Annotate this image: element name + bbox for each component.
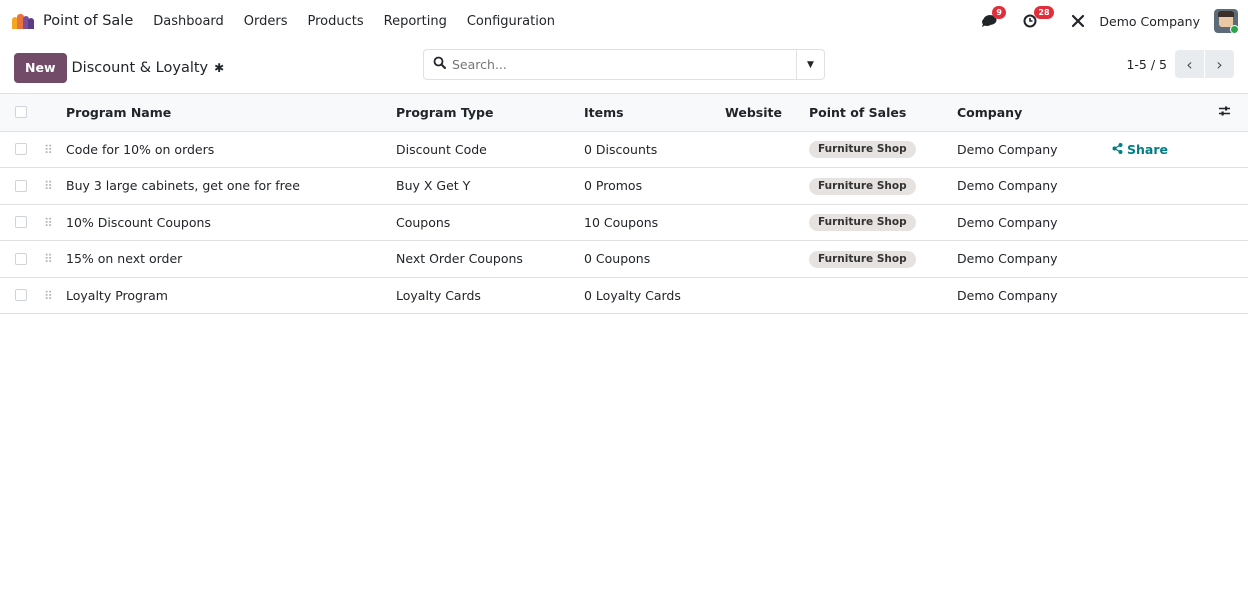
column-header-program-type[interactable]: Program Type — [396, 94, 584, 132]
website-cell[interactable] — [725, 277, 809, 314]
systray: 9 28 Demo Company — [981, 6, 1238, 33]
search-icon — [424, 56, 452, 73]
column-header-items[interactable]: Items — [584, 94, 725, 132]
company-switcher[interactable]: Demo Company — [1099, 14, 1200, 29]
program-name-cell[interactable]: Buy 3 large cabinets, get one for free — [66, 167, 396, 205]
website-cell[interactable] — [725, 167, 809, 205]
column-header-website[interactable]: Website — [725, 94, 809, 132]
pager-value[interactable]: 1-5 / 5 — [1126, 57, 1167, 72]
program-name-cell[interactable]: Code for 10% on orders — [66, 131, 396, 168]
items-cell[interactable]: 10 Coupons — [584, 204, 725, 241]
sliders-icon — [1219, 106, 1230, 116]
menu-reporting[interactable]: Reporting — [384, 14, 447, 29]
pos-tag: Furniture Shop — [809, 177, 916, 195]
pos-tag: Furniture Shop — [809, 214, 916, 232]
items-cell[interactable]: 0 Discounts — [584, 131, 725, 168]
chevron-left-icon: ‹ — [1186, 54, 1193, 74]
search-options-toggle[interactable]: ▼ — [796, 50, 824, 79]
drag-handle-icon[interactable]: ⠿ — [44, 143, 53, 157]
drag-handle-icon[interactable]: ⠿ — [44, 252, 53, 266]
row-checkbox[interactable] — [15, 143, 27, 156]
website-cell[interactable] — [725, 240, 809, 278]
drag-handle-icon[interactable]: ⠿ — [44, 216, 53, 230]
pager-previous-button[interactable]: ‹ — [1175, 50, 1204, 78]
gear-icon[interactable]: ✱ — [214, 61, 224, 75]
menu-products[interactable]: Products — [308, 14, 364, 29]
row-checkbox[interactable] — [15, 179, 27, 192]
pos-tag: Furniture Shop — [809, 250, 916, 268]
website-cell[interactable] — [725, 131, 809, 168]
drag-handle-icon[interactable]: ⠿ — [44, 179, 53, 193]
search-input[interactable] — [452, 50, 796, 79]
table-header-row: Program Name Program Type Items Website … — [0, 94, 1248, 132]
column-header-program-name[interactable]: Program Name — [66, 94, 396, 132]
column-header-company[interactable]: Company — [957, 94, 1112, 132]
company-cell[interactable]: Demo Company — [957, 277, 1112, 314]
website-cell[interactable] — [725, 204, 809, 241]
table-row[interactable]: ⠿ Loyalty Program Loyalty Cards 0 Loyalt… — [0, 277, 1248, 314]
pager-next-button[interactable]: › — [1205, 50, 1234, 78]
activities-badge: 28 — [1034, 6, 1054, 19]
pos-logo-icon[interactable] — [12, 13, 34, 29]
point-of-sales-cell[interactable]: Furniture Shop — [809, 204, 957, 241]
program-name-cell[interactable]: Loyalty Program — [66, 277, 396, 314]
point-of-sales-cell[interactable]: Furniture Shop — [809, 131, 957, 168]
messages-button[interactable]: 9 — [981, 6, 1007, 31]
online-status-icon — [1230, 25, 1238, 33]
point-of-sales-cell[interactable]: Furniture Shop — [809, 240, 957, 278]
new-button[interactable]: New — [14, 52, 67, 83]
caret-down-icon: ▼ — [807, 59, 814, 70]
program-type-cell[interactable]: Discount Code — [396, 131, 584, 168]
share-label: Share — [1127, 141, 1168, 157]
point-of-sales-cell[interactable] — [809, 277, 957, 314]
pos-tag: Furniture Shop — [809, 141, 916, 159]
page-title: Discount & Loyalty — [71, 59, 209, 76]
share-button[interactable]: Share — [1112, 131, 1218, 168]
avatar[interactable] — [1214, 9, 1238, 33]
tools-icon[interactable] — [1071, 11, 1087, 31]
optional-columns-toggle[interactable] — [1218, 94, 1248, 132]
company-cell[interactable]: Demo Company — [957, 167, 1112, 205]
select-all-checkbox[interactable] — [15, 106, 27, 119]
items-cell[interactable]: 0 Loyalty Cards — [584, 277, 725, 314]
row-checkbox[interactable] — [15, 289, 27, 302]
program-name-cell[interactable]: 10% Discount Coupons — [66, 204, 396, 241]
row-checkbox[interactable] — [15, 216, 27, 229]
program-name-cell[interactable]: 15% on next order — [66, 240, 396, 278]
program-type-cell[interactable]: Buy X Get Y — [396, 167, 584, 205]
column-header-point-of-sales[interactable]: Point of Sales — [809, 94, 957, 132]
table-row[interactable]: ⠿ Buy 3 large cabinets, get one for free… — [0, 167, 1248, 205]
search-bar: ▼ — [423, 49, 825, 80]
drag-handle-icon[interactable]: ⠿ — [44, 289, 53, 303]
table-row[interactable]: ⠿ Code for 10% on orders Discount Code 0… — [0, 131, 1248, 168]
point-of-sales-cell[interactable]: Furniture Shop — [809, 167, 957, 205]
company-cell[interactable]: Demo Company — [957, 204, 1112, 241]
list-view: Program Name Program Type Items Website … — [0, 94, 1248, 314]
company-cell[interactable]: Demo Company — [957, 240, 1112, 278]
program-type-cell[interactable]: Next Order Coupons — [396, 240, 584, 278]
share-icon — [1112, 142, 1123, 157]
menu-configuration[interactable]: Configuration — [467, 14, 555, 29]
menu-dashboard[interactable]: Dashboard — [153, 14, 224, 29]
select-all-cell — [0, 94, 44, 132]
items-cell[interactable]: 0 Promos — [584, 167, 725, 205]
items-cell[interactable]: 0 Coupons — [584, 240, 725, 278]
menu-orders[interactable]: Orders — [244, 14, 288, 29]
company-cell[interactable]: Demo Company — [957, 131, 1112, 168]
messages-badge: 9 — [992, 6, 1006, 19]
activities-button[interactable]: 28 — [1023, 6, 1054, 31]
program-type-cell[interactable]: Loyalty Cards — [396, 277, 584, 314]
row-checkbox[interactable] — [15, 252, 27, 265]
program-type-cell[interactable]: Coupons — [396, 204, 584, 241]
table-row[interactable]: ⠿ 15% on next order Next Order Coupons 0… — [0, 240, 1248, 278]
pager: 1-5 / 5 ‹ › — [1126, 50, 1234, 78]
app-name[interactable]: Point of Sale — [43, 13, 133, 29]
chevron-right-icon: › — [1216, 54, 1223, 74]
top-navbar: Point of Sale Dashboard Orders Products … — [0, 0, 1248, 42]
table-row[interactable]: ⠿ 10% Discount Coupons Coupons 10 Coupon… — [0, 204, 1248, 241]
